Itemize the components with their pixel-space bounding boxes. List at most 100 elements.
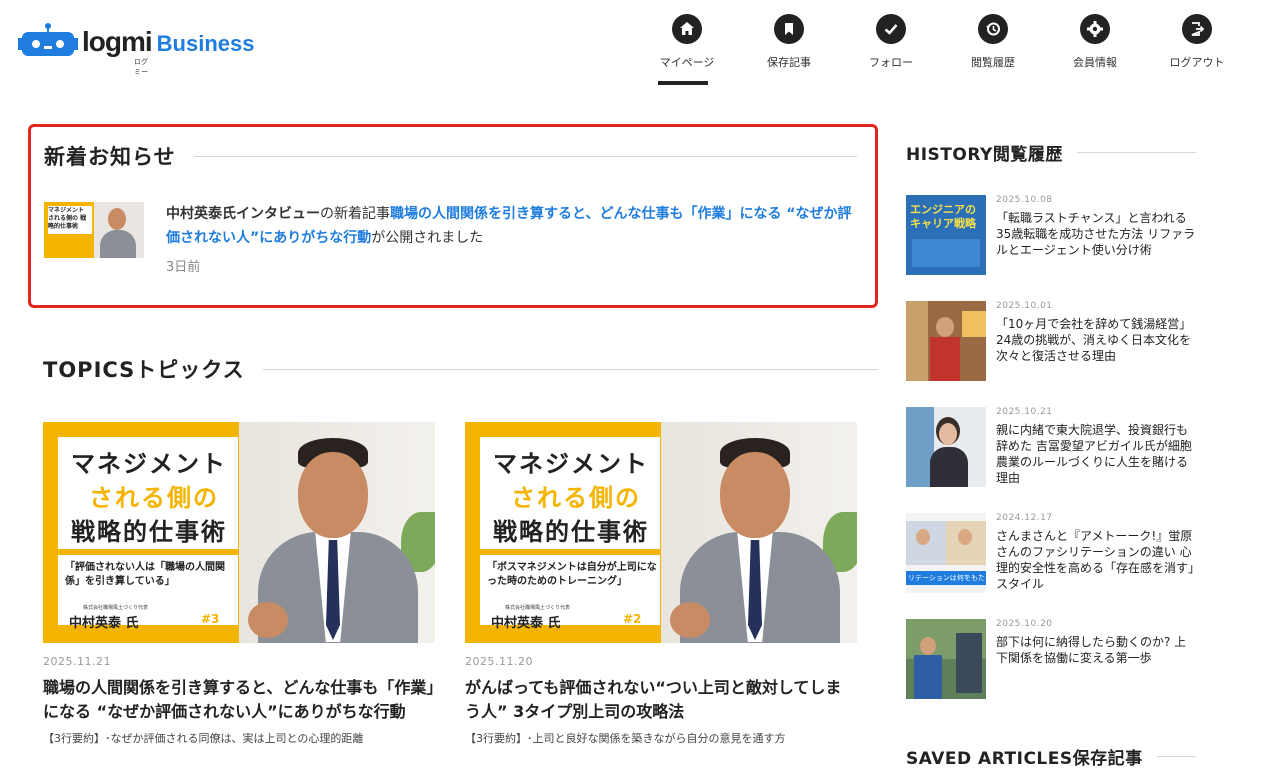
card-image-org: 株式会社職場風土づくり代表 bbox=[505, 605, 571, 611]
card-image-title-3: 戦略的仕事術 bbox=[493, 518, 649, 546]
topics-section: TOPICSトピックス マネジメント される側の 戦略的仕事術 「評価されない人… bbox=[28, 354, 878, 746]
card-image-episode: #3 bbox=[201, 612, 220, 626]
history-date: 2025.10.01 bbox=[996, 301, 1053, 311]
news-heading: 新着お知らせ bbox=[44, 145, 176, 169]
saved-sidebar: SAVED ARTICLES保存記事 bbox=[906, 744, 1196, 769]
nav-logout[interactable]: ログアウト bbox=[1146, 14, 1248, 70]
logout-icon bbox=[1182, 14, 1212, 44]
nav-label: 保存記事 bbox=[767, 56, 811, 69]
history-body: 2025.10.08 「転職ラストチャンス」と言われる35歳転職を成功させた方法… bbox=[996, 195, 1196, 301]
heading-divider bbox=[193, 155, 857, 157]
card-image-episode: #2 bbox=[623, 612, 642, 626]
history-thumb-text: リテーションは何をもたらす bbox=[908, 574, 986, 582]
history-body: 2025.10.01 「10ヶ月で会社を辞めて銭湯経営」 24歳の挑戦が、消えゆ… bbox=[996, 301, 1196, 407]
nav-label: ログアウト bbox=[1169, 56, 1225, 69]
nav-label: 会員情報 bbox=[1073, 56, 1117, 69]
news-suffix: が公開されました bbox=[371, 230, 484, 246]
nav-follow[interactable]: フォロー bbox=[840, 14, 942, 70]
history-title[interactable]: 親に内緒で東大院退学、投資銀行も辞めた 吉冨愛望アビガイル氏が細胞農業のルールづ… bbox=[996, 422, 1196, 486]
topic-card-image[interactable]: マネジメント される側の 戦略的仕事術 「ボスマネジメントは自分が上司になった時… bbox=[465, 422, 857, 643]
history-title[interactable]: 「10ヶ月で会社を辞めて銭湯経営」 24歳の挑戦が、消えゆく日本文化を次々と復活… bbox=[996, 316, 1196, 364]
heading-divider bbox=[262, 368, 878, 370]
gear-icon bbox=[1080, 14, 1110, 44]
topic-grid: マネジメント される側の 戦略的仕事術 「評価されない人は「職場の人間関係」を引… bbox=[43, 422, 878, 746]
history-thumbnail[interactable] bbox=[906, 619, 986, 699]
topics-heading-row: TOPICSトピックス bbox=[43, 354, 878, 384]
logo-wordmark: logmi ログミー bbox=[82, 26, 153, 76]
card-summary: 【3行要約】･なぜか評価される同僚は、実は上司との心理的距離 bbox=[43, 732, 364, 745]
card-image-title-1: マネジメント bbox=[71, 450, 227, 478]
history-list: エンジニアのキャリア戦略 2025.10.08 「転職ラストチャンス」と言われる… bbox=[906, 195, 1196, 725]
news-item[interactable]: マネジメント される側の 戦略的仕事術 中村英泰氏インタビューの新着記事職場の人… bbox=[44, 202, 857, 280]
topics-heading: TOPICSトピックス bbox=[43, 358, 245, 382]
history-item[interactable]: 2025.10.01 「10ヶ月で会社を辞めて銭湯経営」 24歳の挑戦が、消えゆ… bbox=[906, 301, 1196, 407]
card-date: 2025.11.21 bbox=[43, 655, 111, 668]
history-thumbnail[interactable] bbox=[906, 407, 986, 487]
logo-ruby: ログミー bbox=[134, 59, 148, 76]
history-date: 2025.10.08 bbox=[996, 195, 1053, 205]
history-body: 2024.12.17 さんまさんと『アメトーーク!』蛍原さんのファシリテーション… bbox=[996, 513, 1196, 619]
topic-card[interactable]: マネジメント される側の 戦略的仕事術 「ボスマネジメントは自分が上司になった時… bbox=[465, 422, 857, 746]
card-image-quote: 「評価されない人は「職場の人間関係」を引き算している」 bbox=[65, 562, 225, 587]
history-date: 2025.10.21 bbox=[996, 407, 1053, 417]
history-icon bbox=[978, 14, 1008, 44]
topic-card[interactable]: マネジメント される側の 戦略的仕事術 「評価されない人は「職場の人間関係」を引… bbox=[43, 422, 435, 746]
history-body: 2025.10.21 親に内緒で東大院退学、投資銀行も辞めた 吉冨愛望アビガイル… bbox=[996, 407, 1196, 513]
history-thumbnail[interactable]: エンジニアのキャリア戦略 bbox=[906, 195, 986, 275]
history-thumb-text: エンジニアのキャリア戦略 bbox=[910, 203, 976, 230]
news-middle: の新着記事 bbox=[320, 206, 390, 222]
history-date: 2025.10.20 bbox=[996, 619, 1053, 629]
card-image-title-2: される側の bbox=[89, 484, 219, 512]
history-item[interactable]: エンジニアのキャリア戦略 2025.10.08 「転職ラストチャンス」と言われる… bbox=[906, 195, 1196, 301]
nav-account[interactable]: 会員情報 bbox=[1044, 14, 1146, 70]
logo-business: Business bbox=[156, 31, 255, 56]
history-title[interactable]: 「転職ラストチャンス」と言われる35歳転職を成功させた方法 リファラルとエージェ… bbox=[996, 210, 1196, 258]
history-body: 2025.10.20 部下は何に納得したら動くのか? 上下関係を協働に変える第一… bbox=[996, 619, 1196, 725]
history-title[interactable]: 部下は何に納得したら動くのか? 上下関係を協働に変える第一歩 bbox=[996, 634, 1196, 666]
news-thumbnail[interactable]: マネジメント される側の 戦略的仕事術 bbox=[44, 202, 144, 258]
site-logo[interactable]: logmi ログミー Business bbox=[18, 20, 255, 76]
news-body: 中村英泰氏インタビューの新着記事職場の人間関係を引き算すると、どんな仕事も「作業… bbox=[144, 202, 857, 280]
home-icon bbox=[672, 14, 702, 44]
history-sidebar: HISTORY閲覧履歴 エンジニアのキャリア戦略 2025.10.08 「転職ラ… bbox=[906, 140, 1196, 725]
history-item[interactable]: 2025.10.20 部下は何に納得したら動くのか? 上下関係を協働に変える第一… bbox=[906, 619, 1196, 725]
history-thumbnail[interactable]: リテーションは何をもたらす bbox=[906, 513, 986, 593]
saved-heading: SAVED ARTICLES保存記事 bbox=[906, 749, 1143, 769]
topic-card-image[interactable]: マネジメント される側の 戦略的仕事術 「評価されない人は「職場の人間関係」を引… bbox=[43, 422, 435, 643]
card-image-person: 中村英泰 氏 bbox=[69, 616, 139, 631]
history-item[interactable]: リテーションは何をもたらす 2024.12.17 さんまさんと『アメトーーク!』… bbox=[906, 513, 1196, 619]
bookmark-icon bbox=[774, 14, 804, 44]
card-image-org: 株式会社職場風土づくり代表 bbox=[83, 605, 149, 611]
card-image-title-3: 戦略的仕事術 bbox=[71, 518, 227, 546]
news-heading-row: 新着お知らせ bbox=[44, 141, 857, 171]
nav-label: マイページ bbox=[659, 56, 715, 69]
history-thumbnail[interactable] bbox=[906, 301, 986, 381]
news-person: 中村英泰氏インタビュー bbox=[166, 206, 320, 222]
card-image-title-2: される側の bbox=[511, 484, 641, 512]
news-thumb-text: マネジメント される側の 戦略的仕事術 bbox=[48, 207, 87, 230]
card-summary: 【3行要約】･上司と良好な関係を築きながら自分の意見を通す方 bbox=[465, 732, 786, 745]
history-heading: HISTORY閲覧履歴 bbox=[906, 145, 1063, 165]
nav-mypage[interactable]: マイページ bbox=[636, 14, 738, 85]
history-item[interactable]: 2025.10.21 親に内緒で東大院退学、投資銀行も辞めた 吉冨愛望アビガイル… bbox=[906, 407, 1196, 513]
nav-saved[interactable]: 保存記事 bbox=[738, 14, 840, 70]
heading-divider bbox=[1076, 152, 1196, 153]
card-image-person: 中村英泰 氏 bbox=[491, 616, 561, 631]
news-time: 3日前 bbox=[166, 260, 201, 275]
card-title[interactable]: がんばっても評価されない“つい上司と敵対してしまう人” 3タイプ別上司の攻略法 bbox=[465, 676, 857, 724]
check-icon bbox=[876, 14, 906, 44]
card-date: 2025.11.20 bbox=[465, 655, 533, 668]
nav-label: 閲覧履歴 bbox=[971, 56, 1015, 69]
saved-heading-row: SAVED ARTICLES保存記事 bbox=[906, 744, 1196, 769]
robot-logo-icon bbox=[18, 22, 80, 62]
news-section: 新着お知らせ マネジメント される側の 戦略的仕事術 中村英泰氏インタビューの新… bbox=[28, 124, 878, 308]
main-content: 新着お知らせ マネジメント される側の 戦略的仕事術 中村英泰氏インタビューの新… bbox=[28, 124, 878, 746]
card-image-quote: 「ボスマネジメントは自分が上司になった時のためのトレーニング」 bbox=[487, 562, 657, 587]
card-image-title-1: マネジメント bbox=[493, 450, 649, 478]
card-title[interactable]: 職場の人間関係を引き算すると、どんな仕事も「作業」になる “なぜか評価されない人… bbox=[43, 676, 435, 724]
news-text: 中村英泰氏インタビューの新着記事職場の人間関係を引き算すると、どんな仕事も「作業… bbox=[166, 202, 857, 250]
main-nav: マイページ 保存記事 フォロー 閲覧履歴 会員情報 ログアウト bbox=[636, 14, 1248, 85]
history-heading-row: HISTORY閲覧履歴 bbox=[906, 140, 1196, 165]
nav-history[interactable]: 閲覧履歴 bbox=[942, 14, 1044, 70]
history-title[interactable]: さんまさんと『アメトーーク!』蛍原さんのファシリテーションの違い 心理的安全性を… bbox=[996, 528, 1196, 592]
